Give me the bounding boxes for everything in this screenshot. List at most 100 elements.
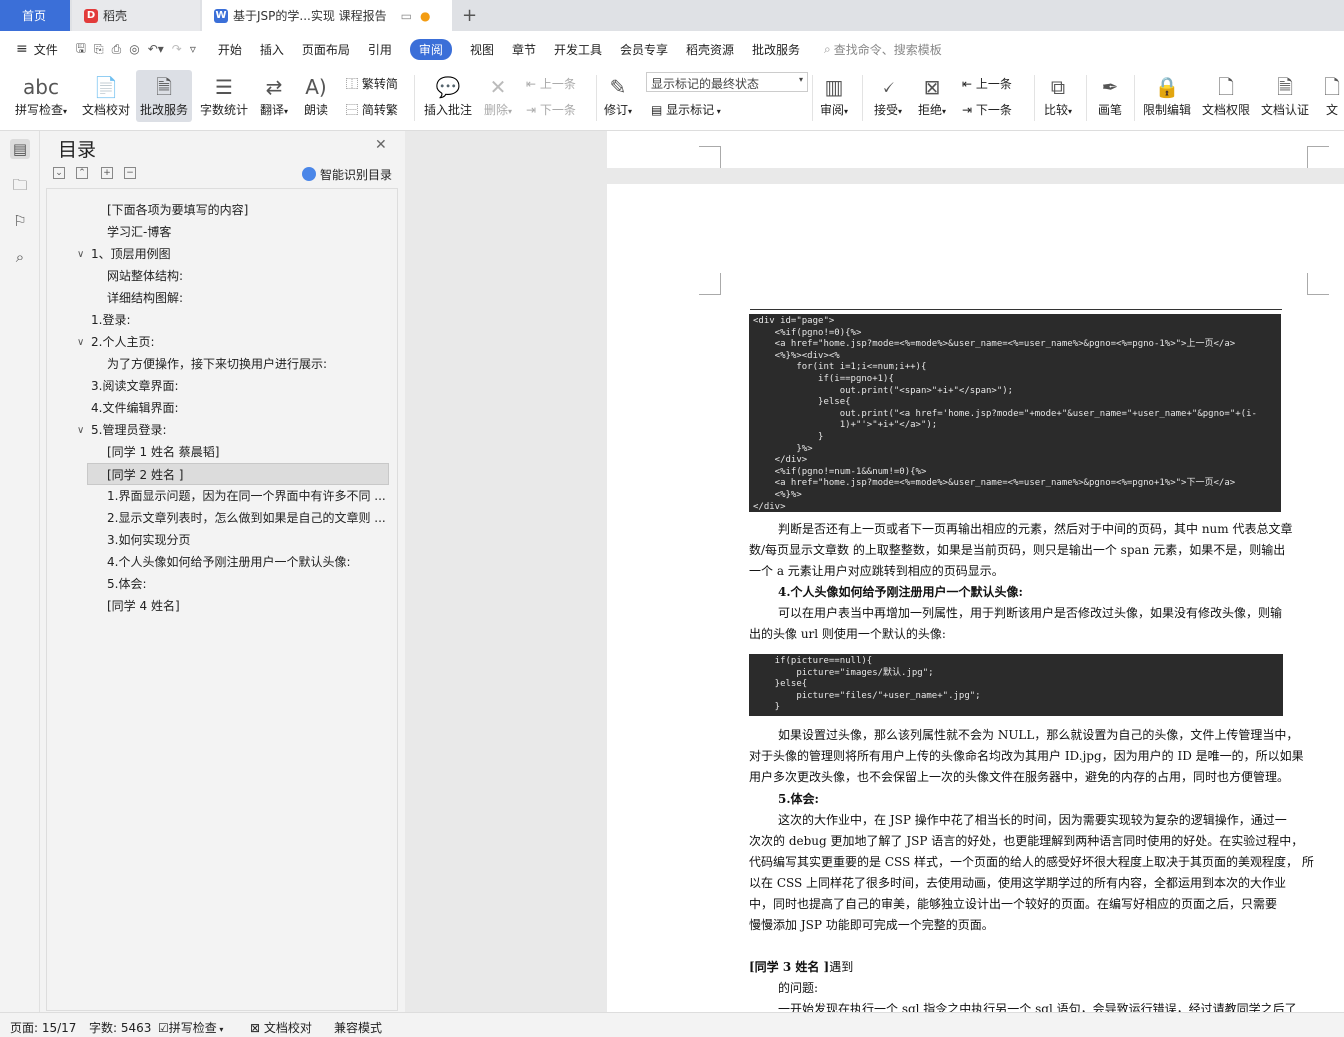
save-icon[interactable]: 🖫 — [76, 39, 86, 60]
menu-correction[interactable]: 批改服务 — [752, 41, 800, 58]
next-change-button[interactable]: ⇥ 下一条 — [962, 101, 1012, 118]
menu-reference[interactable]: 引用 — [368, 41, 392, 58]
toc-item[interactable]: 3.如何实现分页 — [107, 529, 190, 551]
toc-item[interactable]: 网站整体结构: — [107, 265, 183, 287]
pen-button[interactable]: ✒ 画笔 — [1094, 73, 1126, 118]
toc-item[interactable]: [同学 1 姓名 蔡晨韬] — [107, 441, 219, 463]
monitor-icon[interactable]: ▭ — [401, 9, 412, 23]
expand-icon[interactable]: + — [101, 167, 113, 179]
menu-member[interactable]: 会员专享 — [620, 41, 668, 58]
expand-up-icon[interactable]: ⌃ — [76, 167, 88, 179]
menu-layout[interactable]: 页面布局 — [302, 41, 350, 58]
markup-state-select[interactable]: 显示标记的最终状态 ▾ — [646, 72, 808, 92]
code-line: }%> — [753, 443, 813, 454]
doc-rights-button[interactable]: 🗋 文档权限 — [1200, 73, 1252, 118]
spell-check-status[interactable]: ☑拼写检查 ▾ — [158, 1019, 223, 1036]
toc-item[interactable]: 2.显示文章列表时，怎么做到如果是自己的文章则 ... — [107, 507, 386, 529]
collapse-all-icon[interactable]: ⌄ — [53, 167, 65, 179]
paragraph-line: 一个 a 元素让用户对应跳转到相应的页码显示。 — [749, 564, 1004, 578]
menu-insert[interactable]: 插入 — [260, 41, 284, 58]
toc-item[interactable]: 5.体会: — [107, 573, 147, 595]
word-count-button[interactable]: ☰ 字数统计 — [198, 73, 250, 118]
print-icon[interactable]: ⎙ — [112, 42, 122, 57]
show-markup-button[interactable]: ▤ 显示标记 ▾ — [651, 101, 721, 118]
toc-item[interactable]: 1.界面显示问题，因为在同一个界面中有许多不同 ... — [107, 485, 386, 507]
tab-home[interactable]: 首页 — [0, 0, 70, 31]
toc-item[interactable]: 5.管理员登录: — [91, 419, 167, 441]
menu-file[interactable]: 文件 — [34, 41, 58, 58]
chevron-down-icon[interactable]: ∨ — [77, 249, 84, 260]
more-ribbon-button[interactable]: 🗋 文 — [1320, 73, 1344, 118]
page-indicator[interactable]: 页面: 15/17 — [10, 1019, 76, 1036]
review-pane-button[interactable]: ▥ 审阅▾ — [816, 73, 852, 118]
close-icon[interactable]: ✕ — [375, 137, 387, 153]
translate-button[interactable]: ⇄ 翻译▾ — [256, 73, 292, 118]
spell-check-button[interactable]: abc 拼写检查▾ — [10, 73, 72, 118]
correction-service-button[interactable]: 🗎 批改服务 — [136, 70, 192, 122]
prev-change-button[interactable]: ⇤ 上一条 — [962, 75, 1012, 92]
toc-item[interactable]: 3.阅读文章界面: — [91, 375, 179, 397]
toc-item[interactable]: [下面各项为要填写的内容] — [107, 199, 248, 221]
toc-item[interactable]: 详细结构图解: — [107, 287, 183, 309]
command-search-input[interactable]: 查找命令、搜索模板 — [834, 41, 942, 58]
smart-toc-button[interactable]: 智能识别目录 — [302, 166, 392, 183]
toc-item[interactable]: 为了方便操作，接下来切换用户进行展示: — [107, 353, 327, 375]
track-changes-button[interactable]: ✎ 修订▾ — [600, 73, 636, 118]
paragraph-line: 一开始发现在执行一个 sql 指令之中执行另一个 sql 语句，会导致运行错误，… — [778, 1002, 1297, 1012]
toc-item[interactable]: 1、顶层用例图 — [91, 243, 171, 265]
insert-comment-button[interactable]: 💬 插入批注 — [422, 73, 474, 118]
code-line: <a href="home.jsp?mode=<%=mode%>&user_na… — [753, 339, 1236, 350]
crop-mark — [699, 146, 721, 168]
collapse-icon[interactable]: − — [124, 167, 136, 179]
toc-item[interactable]: [同学 4 姓名] — [107, 595, 180, 617]
word-count[interactable]: 字数: 5463 — [89, 1019, 151, 1036]
doc-proof-status[interactable]: ⊠ 文档校对 — [250, 1019, 312, 1036]
doc-proof-button[interactable]: 📄 文档校对 — [80, 73, 132, 118]
menu-dev-tools[interactable]: 开发工具 — [554, 41, 602, 58]
next-comment-button[interactable]: ⇥ 下一条 — [526, 101, 576, 118]
reject-button[interactable]: ⊠ 拒绝▾ — [914, 73, 950, 118]
simp-to-trad-button[interactable]: ⿱ 简转繁 — [346, 101, 398, 118]
crop-mark — [1307, 273, 1329, 295]
doc-cert-button[interactable]: 🗎 文档认证 — [1258, 73, 1312, 118]
compare-icon: ⧉ — [1050, 75, 1066, 99]
export-pdf-icon[interactable]: ⎘ — [94, 42, 104, 57]
delete-comment-button[interactable]: ✕ 删除▾ — [480, 73, 516, 118]
toc-item[interactable]: 2.个人主页: — [91, 331, 155, 353]
more-doc-icon: 🗋 — [1323, 75, 1341, 99]
read-aloud-button[interactable]: A) 朗读 — [300, 73, 332, 118]
compare-button[interactable]: ⧉ 比较▾ — [1040, 73, 1076, 118]
document-canvas[interactable]: <div id="page"> <%if(pgno!=0){%> <a href… — [405, 131, 1344, 1012]
trad-to-simp-button[interactable]: ⿰ 繁转简 — [346, 75, 398, 92]
menu-view[interactable]: 视图 — [470, 41, 494, 58]
quick-access-dropdown-icon[interactable]: ▿ — [190, 42, 196, 56]
page-current[interactable]: <div id="page"> <%if(pgno!=0){%> <a href… — [607, 184, 1344, 1012]
markup-state-value: 显示标记的最终状态 — [651, 77, 760, 91]
toc-item[interactable]: 4.个人头像如何给予刚注册用户一个默认头像: — [107, 551, 351, 573]
menu-section[interactable]: 章节 — [512, 41, 536, 58]
toc-item-selected[interactable]: [同学 2 姓名 ] — [87, 463, 389, 485]
accept-button[interactable]: 🗸 接受▾ — [870, 73, 906, 118]
toc-item[interactable]: 学习汇-博客 — [107, 221, 171, 243]
print-preview-icon[interactable]: ◎ — [129, 42, 139, 56]
toc-item[interactable]: 1.登录: — [91, 309, 131, 331]
toc-pane: 目录 ✕ ⌄ ⌃ + − 智能识别目录 [下面各项为要填写的内容] 学习汇-博客… — [40, 131, 405, 1012]
chevron-down-icon[interactable]: ∨ — [77, 337, 84, 348]
restrict-edit-button[interactable]: 🔒 限制编辑 — [1140, 73, 1194, 118]
redo-icon[interactable]: ↷ — [172, 42, 182, 56]
hamburger-icon[interactable]: ≡ — [16, 41, 28, 57]
undo-icon[interactable]: ↶▾ — [148, 42, 164, 56]
prev-comment-button[interactable]: ⇤ 上一条 — [526, 75, 576, 92]
chevron-down-icon[interactable]: ∨ — [77, 425, 84, 436]
tab-daoke[interactable]: D 稻壳 — [72, 0, 200, 31]
new-tab-plus-icon[interactable]: + — [462, 0, 477, 31]
chapter-nav-icon[interactable]: 🗀 — [10, 175, 30, 195]
tab-document[interactable]: W 基于JSP的学...实现 课程报告 ▭ ● — [202, 0, 452, 31]
toc-icon[interactable]: ▤ — [10, 139, 30, 159]
toc-item[interactable]: 4.文件编辑界面: — [91, 397, 179, 419]
search-icon[interactable]: ⌕ — [10, 247, 30, 267]
menu-start[interactable]: 开始 — [218, 41, 242, 58]
menu-daoke-resources[interactable]: 稻壳资源 — [686, 41, 734, 58]
bookmark-icon[interactable]: ⚐ — [10, 211, 30, 231]
menu-review[interactable]: 审阅 — [409, 38, 452, 60]
